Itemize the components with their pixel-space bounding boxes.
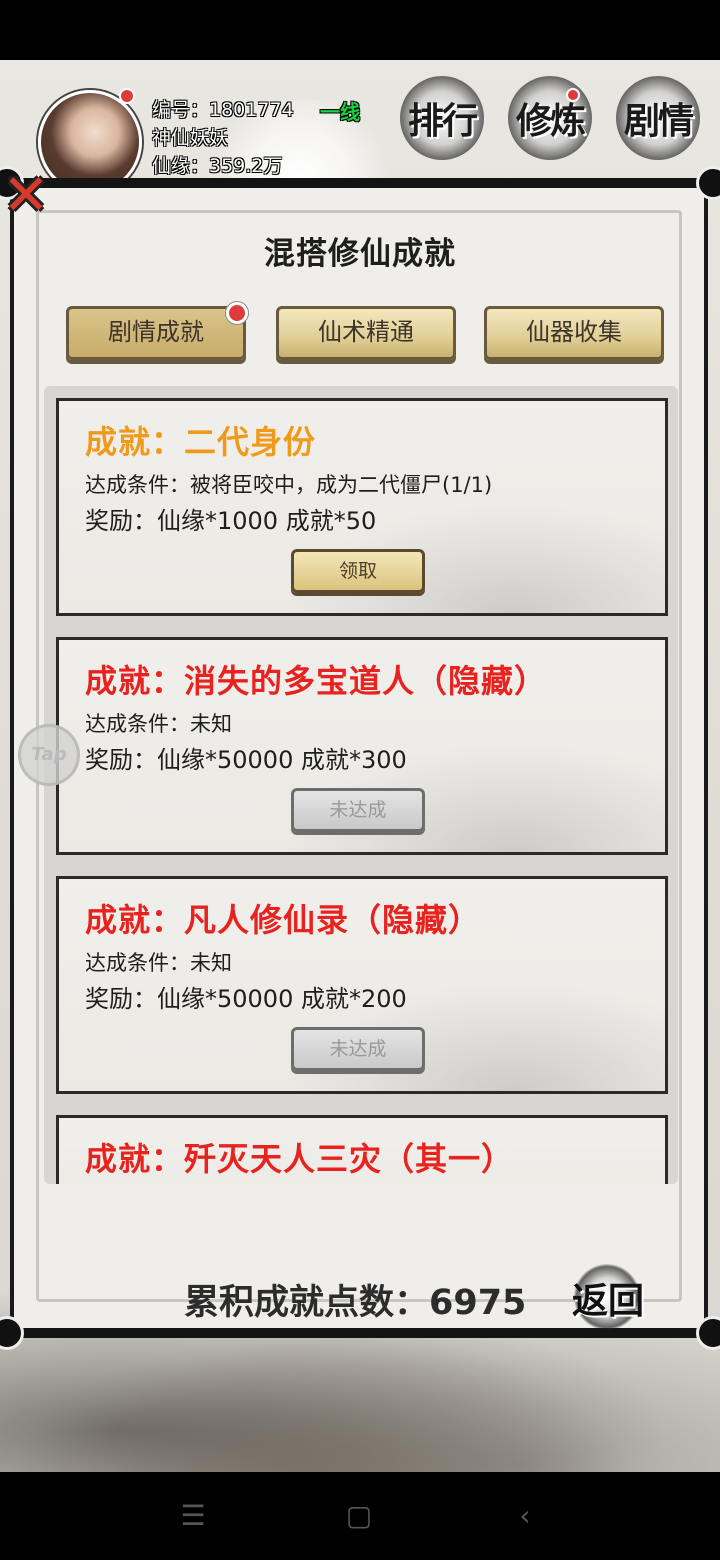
scroll-rod-top xyxy=(0,178,720,188)
achievement-card: 成就：凡人修仙录（隐藏） 达成条件：未知 奖励：仙缘*50000 成就*200 … xyxy=(56,876,668,1094)
achievement-reward: 奖励：仙缘*50000 成就*300 xyxy=(85,746,407,774)
achievement-title: 成就：凡人修仙录（隐藏） xyxy=(85,901,482,939)
tab-spell-mastery[interactable]: 仙术精通 xyxy=(276,306,456,360)
player-name: 神仙妖妖 xyxy=(152,127,229,149)
cultivate-button[interactable]: 修炼 xyxy=(502,70,598,166)
achievement-condition: 达成条件：未知 xyxy=(85,712,232,736)
ranking-button[interactable]: 排行 xyxy=(394,70,490,166)
tab-story-achievement[interactable]: 剧情成就 xyxy=(66,306,246,360)
close-x-icon: ✕ xyxy=(2,163,50,228)
achievement-title: 成就：二代身份 xyxy=(85,423,317,461)
back-icon[interactable]: ‹ xyxy=(508,1500,542,1532)
system-navigation-bar: ☰ ▢ ‹ xyxy=(0,1472,720,1560)
player-id: 编号：1801774 xyxy=(152,99,294,121)
cultivate-notification-badge xyxy=(566,88,580,102)
achievement-reward: 奖励：仙缘*1000 成就*50 xyxy=(85,507,377,535)
achievement-condition: 达成条件：未知 xyxy=(85,951,232,975)
achievement-list[interactable]: 成就：二代身份 达成条件：被将臣咬中，成为二代僵尸(1/1) 奖励：仙缘*100… xyxy=(44,386,678,1184)
return-button[interactable]: 返回 xyxy=(560,1264,656,1330)
not-achieved-button[interactable]: 未达成 xyxy=(291,1027,425,1071)
server-tag: 一线 xyxy=(320,100,360,124)
player-currency: 仙缘：359.2万 xyxy=(152,155,283,177)
game-background: 编号：1801774 神仙妖妖 仙缘：359.2万 一线 排行 修炼 剧情 ✕ … xyxy=(0,60,720,1472)
scroll-knob-bottom-right xyxy=(696,1316,720,1350)
menu-icon[interactable]: ☰ xyxy=(176,1500,210,1532)
achievement-points-total: 累积成就点数：6975 xyxy=(184,1283,527,1323)
floating-tap-button[interactable]: Tap xyxy=(18,724,80,786)
tab-artifact-collection[interactable]: 仙器收集 xyxy=(484,306,664,360)
claim-button[interactable]: 领取 xyxy=(291,549,425,593)
achievement-reward: 奖励：仙缘*50000 成就*200 xyxy=(85,985,407,1013)
achievement-condition: 达成条件：被将臣咬中，成为二代僵尸(1/1) xyxy=(85,473,493,497)
not-achieved-button[interactable]: 未达成 xyxy=(291,788,425,832)
story-button[interactable]: 剧情 xyxy=(610,70,706,166)
panel-title: 混搭修仙成就 xyxy=(264,236,456,272)
home-icon[interactable]: ▢ xyxy=(342,1500,376,1532)
achievement-card: 成就：消失的多宝道人（隐藏） 达成条件：未知 奖励：仙缘*50000 成就*30… xyxy=(56,637,668,855)
achievement-card: 成就：二代身份 达成条件：被将臣咬中，成为二代僵尸(1/1) 奖励：仙缘*100… xyxy=(56,398,668,616)
close-button[interactable]: ✕ xyxy=(0,163,52,228)
player-info: 编号：1801774 神仙妖妖 仙缘：359.2万 xyxy=(152,96,294,180)
status-bar xyxy=(0,0,720,60)
tab-notification-badge xyxy=(226,302,248,324)
achievement-card: 成就：歼灭天人三灾（其一） xyxy=(56,1115,668,1184)
achievement-title: 成就：歼灭天人三灾（其一） xyxy=(85,1140,515,1178)
avatar-notification-badge xyxy=(119,88,135,104)
achievement-title: 成就：消失的多宝道人（隐藏） xyxy=(85,662,548,700)
